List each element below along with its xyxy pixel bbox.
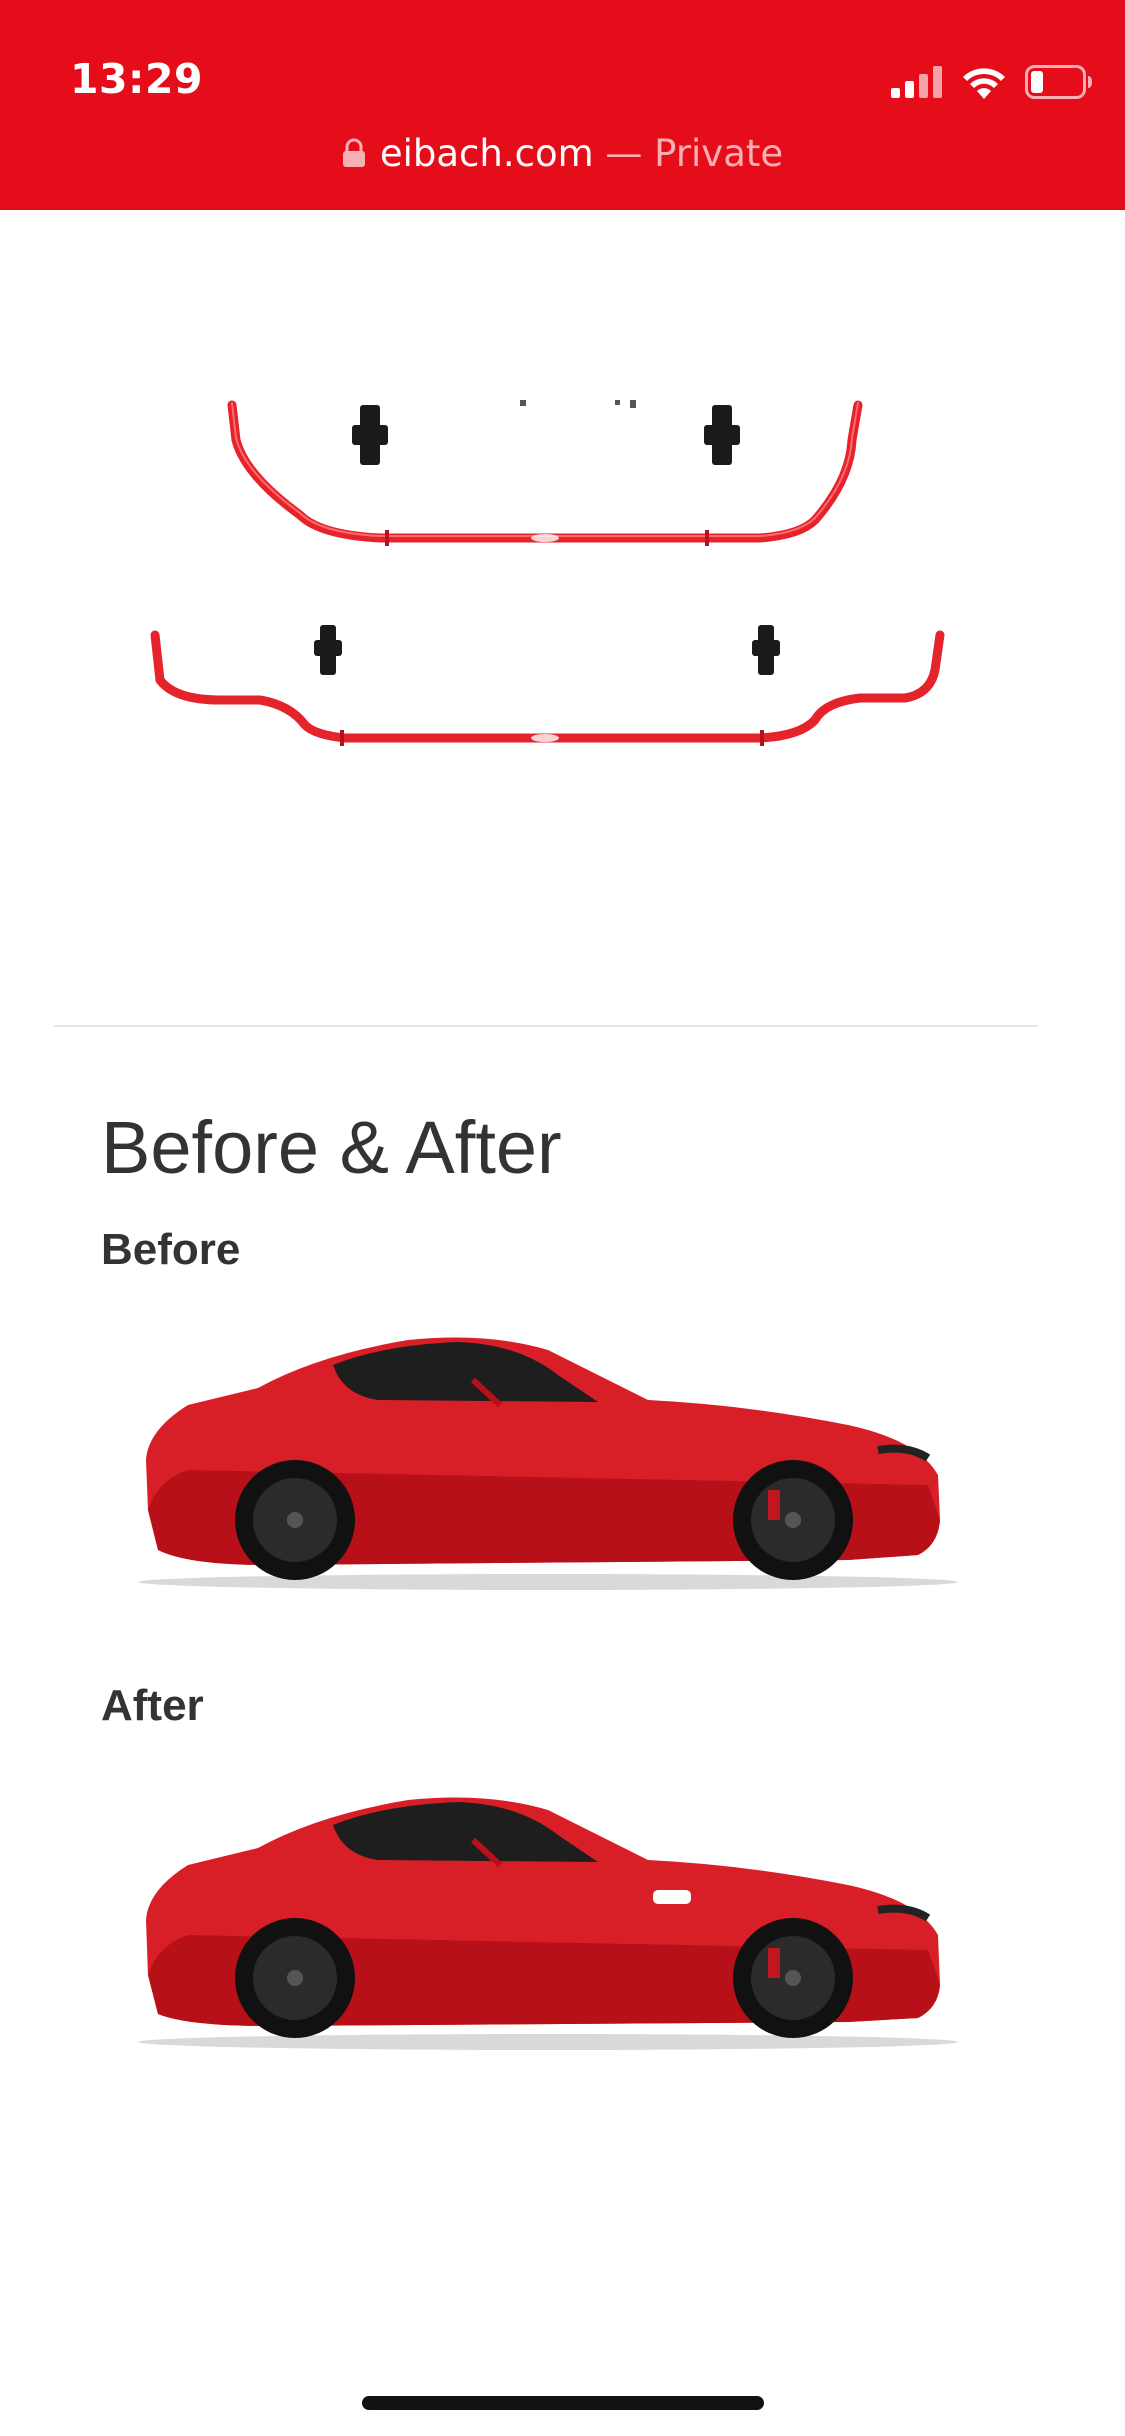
front-anti-roll-bar <box>227 400 863 546</box>
wifi-icon <box>963 68 1005 99</box>
after-label: After <box>101 1681 204 1730</box>
url-domain: eibach.com <box>379 132 594 175</box>
url-separator: — <box>593 132 655 175</box>
rear-anti-roll-bar <box>150 625 945 746</box>
address-bar[interactable]: eibach.com — Private <box>0 132 1125 177</box>
before-label: Before <box>101 1225 241 1274</box>
battery-icon <box>1025 65 1092 99</box>
cellular-signal-icon <box>891 66 942 98</box>
home-indicator[interactable] <box>362 2396 764 2410</box>
before-car-image <box>138 1337 958 1590</box>
anti-roll-bar-image <box>150 400 945 746</box>
section-divider <box>54 1025 1038 1027</box>
status-time: 13:29 <box>70 55 204 103</box>
status-icons <box>891 62 1093 102</box>
browser-top-bar: 13:29 eibach.com — Private <box>0 0 1125 210</box>
before-after-title: Before & After <box>101 1106 562 1189</box>
private-mode-label: Private <box>654 132 784 175</box>
after-car-image <box>138 1797 958 2050</box>
lock-icon <box>342 134 366 177</box>
